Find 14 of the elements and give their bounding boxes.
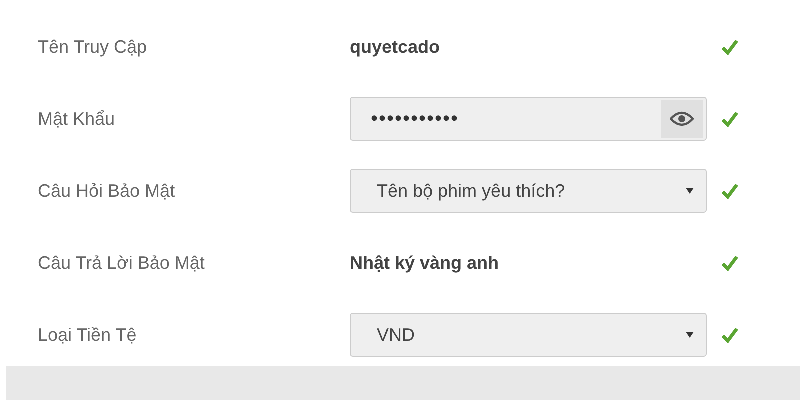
select-field[interactable]: Tên bộ phim yêu thích?: [350, 169, 707, 213]
caret-icon: [686, 188, 694, 194]
eye-icon: [670, 111, 694, 127]
field-label: Mật Khẩu: [38, 108, 116, 130]
field-value: Nhật ký vàng anh: [350, 252, 500, 274]
field-label: Tên Truy Cập: [38, 36, 148, 58]
show-password-button[interactable]: [661, 100, 703, 138]
caret-icon: [686, 332, 694, 338]
password-field[interactable]: •••••••••••: [350, 97, 707, 141]
field-label: Loại Tiền Tệ: [38, 324, 138, 346]
field-value: quyetcado: [350, 36, 442, 58]
field-label: Câu Hỏi Bảo Mật: [38, 180, 176, 202]
select-field[interactable]: VND: [350, 313, 707, 357]
field-label: Câu Trả Lời Bảo Mật: [38, 252, 206, 274]
